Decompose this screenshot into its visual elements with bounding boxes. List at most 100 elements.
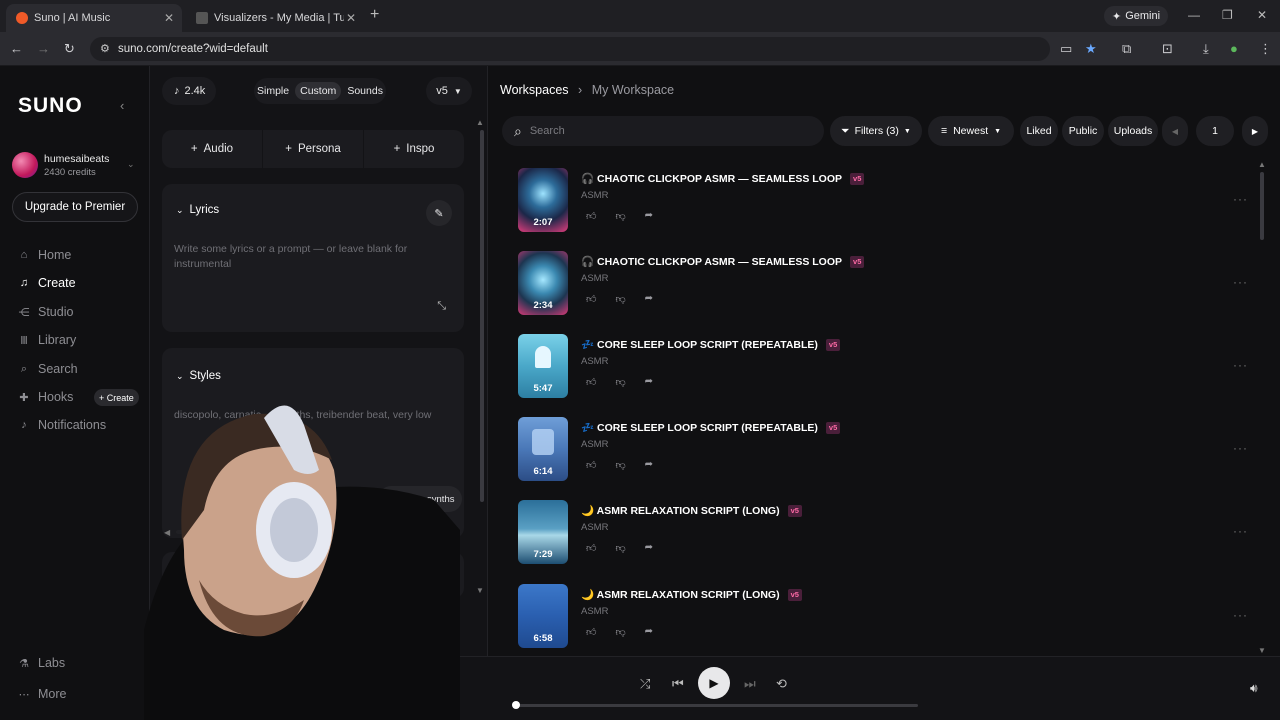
new-tab-icon[interactable]: + bbox=[370, 6, 379, 24]
add-inspo-button[interactable]: + Inspo bbox=[364, 130, 464, 168]
song-thumbnail[interactable]: 5:47 bbox=[518, 334, 568, 398]
tab-suno[interactable]: Suno | AI Music ✕ bbox=[6, 4, 182, 32]
cast-icon[interactable]: ▭ bbox=[1060, 41, 1072, 57]
chevron-down-icon[interactable]: ⌄ bbox=[127, 159, 135, 170]
share-icon[interactable]: ➦ bbox=[645, 626, 653, 638]
breadcrumb-workspaces[interactable]: Workspaces bbox=[500, 83, 569, 97]
avatar[interactable] bbox=[12, 152, 38, 178]
thumbs-down-icon[interactable]: 👎︎ bbox=[615, 626, 625, 638]
song-title[interactable]: 🌙 ASMR RELAXATION SCRIPT (LONG) v5 bbox=[581, 588, 802, 602]
share-icon[interactable]: ➦ bbox=[645, 376, 653, 388]
tab-visualizers[interactable]: Visualizers - My Media | Tunefo ✕ bbox=[186, 4, 364, 32]
upgrade-button[interactable]: Upgrade to Premier bbox=[12, 192, 138, 222]
song-title[interactable]: 🌙 ASMR RELAXATION SCRIPT (LONG) v5 bbox=[581, 504, 802, 518]
gemini-button[interactable]: ✦ Gemini bbox=[1104, 6, 1169, 26]
creator-scrollbar[interactable] bbox=[480, 130, 484, 502]
song-genre[interactable]: ASMR bbox=[581, 606, 608, 617]
share-icon[interactable]: ➦ bbox=[645, 542, 653, 554]
song-row[interactable]: 5:47 💤 CORE SLEEP LOOP SCRIPT (REPEATABL… bbox=[518, 334, 1248, 400]
mode-sounds[interactable]: Sounds bbox=[347, 85, 383, 97]
bookmark-star-icon[interactable]: ★ bbox=[1085, 41, 1097, 57]
window-close-icon[interactable]: ✕ bbox=[1257, 8, 1267, 22]
thumbs-down-icon[interactable]: 👎︎ bbox=[615, 542, 625, 554]
more-options-icon[interactable]: ··· bbox=[1233, 275, 1248, 289]
scroll-up-icon[interactable]: ▲ bbox=[1258, 160, 1266, 169]
song-row[interactable]: 7:29 🌙 ASMR RELAXATION SCRIPT (LONG) v5 A… bbox=[518, 500, 1248, 566]
progress-handle[interactable] bbox=[512, 701, 520, 709]
thumbs-down-icon[interactable]: 👎︎ bbox=[615, 210, 625, 222]
song-title[interactable]: 💤 CORE SLEEP LOOP SCRIPT (REPEATABLE) v5 bbox=[581, 338, 841, 352]
close-icon[interactable]: ✕ bbox=[346, 11, 356, 25]
expand-icon[interactable]: ⤡ bbox=[437, 300, 446, 313]
song-title[interactable]: 🎧 CHAOTIC CLICKPOP ASMR — SEAMLESS LOOP v… bbox=[581, 255, 865, 269]
song-row[interactable]: 2:34 🎧 CHAOTIC CLICKPOP ASMR — SEAMLESS … bbox=[518, 251, 1248, 317]
url-field[interactable]: ⚙ suno.com/create?wid=default bbox=[90, 37, 1050, 61]
more-options-icon[interactable]: ··· bbox=[1233, 192, 1248, 206]
back-icon[interactable]: ← bbox=[10, 41, 23, 56]
minimize-icon[interactable]: — bbox=[1188, 8, 1200, 22]
sidebar-item-notifications[interactable]: ♪ Notifications bbox=[18, 418, 106, 432]
shuffle-icon[interactable]: ⤮ bbox=[640, 676, 650, 692]
reload-icon[interactable]: ↻ bbox=[64, 41, 75, 57]
sidebar-item-more[interactable]: ⋯ More bbox=[18, 687, 67, 701]
collapse-sidebar-icon[interactable]: ‹ bbox=[120, 98, 124, 113]
song-genre[interactable]: ASMR bbox=[581, 439, 608, 450]
sidebar-item-labs[interactable]: ⚗ Labs bbox=[18, 656, 65, 670]
site-settings-icon[interactable]: ⚙ bbox=[100, 42, 110, 55]
song-title[interactable]: 🎧 CHAOTIC CLICKPOP ASMR — SEAMLESS LOOP v… bbox=[581, 172, 865, 186]
previous-track-icon[interactable]: ⏮ bbox=[672, 676, 684, 692]
progress-bar[interactable] bbox=[512, 701, 918, 709]
user-name[interactable]: humesaibeats bbox=[44, 153, 109, 165]
play-button[interactable]: ▶ bbox=[698, 667, 730, 699]
song-row[interactable]: 6:14 💤 CORE SLEEP LOOP SCRIPT (REPEATABL… bbox=[518, 417, 1248, 483]
forward-icon[interactable]: → bbox=[37, 41, 50, 56]
toggle-public[interactable]: Public bbox=[1062, 116, 1104, 146]
song-genre[interactable]: ASMR bbox=[581, 356, 608, 367]
scroll-up-icon[interactable]: ▲ bbox=[476, 118, 484, 127]
volume-icon[interactable]: 🔊︎ bbox=[1250, 681, 1258, 696]
song-row[interactable]: 6:58 🌙 ASMR RELAXATION SCRIPT (LONG) v5 A… bbox=[518, 584, 1248, 650]
more-options-icon[interactable]: ··· bbox=[1233, 358, 1248, 372]
thumbs-up-icon[interactable]: 👍︎ bbox=[586, 293, 596, 305]
profile-icon[interactable]: ● bbox=[1230, 41, 1238, 56]
thumbs-down-icon[interactable]: 👎︎ bbox=[615, 459, 625, 471]
breadcrumb-current[interactable]: My Workspace bbox=[592, 83, 674, 97]
next-track-icon[interactable]: ⏭ bbox=[744, 676, 756, 692]
scroll-down-icon[interactable]: ▼ bbox=[476, 586, 484, 595]
thumbs-down-icon[interactable]: 👎︎ bbox=[615, 293, 625, 305]
sort-button[interactable]: ≡ Newest ▼ bbox=[928, 116, 1014, 146]
sidebar-item-home[interactable]: ⌂ Home bbox=[18, 248, 72, 262]
thumbs-down-icon[interactable]: 👎︎ bbox=[615, 376, 625, 388]
search-input[interactable]: ⌕ Search bbox=[502, 116, 824, 146]
lyrics-input[interactable]: Write some lyrics or a prompt — or leave… bbox=[174, 242, 414, 272]
more-options-icon[interactable]: ··· bbox=[1233, 608, 1248, 622]
magic-wand-icon[interactable]: ✎ bbox=[426, 200, 452, 226]
share-icon[interactable]: ➦ bbox=[645, 459, 653, 471]
list-scrollbar[interactable] bbox=[1260, 172, 1264, 240]
song-genre[interactable]: ASMR bbox=[581, 190, 608, 201]
share-icon[interactable]: ➦ bbox=[645, 293, 653, 305]
thumbs-up-icon[interactable]: 👍︎ bbox=[586, 210, 596, 222]
suno-logo[interactable]: SUNO bbox=[18, 94, 83, 118]
sidebar-item-search[interactable]: ⌕ Search bbox=[18, 362, 78, 376]
lyrics-header[interactable]: ⌄ Lyrics bbox=[176, 204, 219, 216]
song-genre[interactable]: ASMR bbox=[581, 273, 608, 284]
share-icon[interactable]: ➦ bbox=[645, 210, 653, 222]
menu-kebab-icon[interactable]: ⋮ bbox=[1259, 41, 1272, 57]
thumbs-up-icon[interactable]: 👍︎ bbox=[586, 459, 596, 471]
more-options-icon[interactable]: ··· bbox=[1233, 524, 1248, 538]
thumbs-up-icon[interactable]: 👍︎ bbox=[586, 376, 596, 388]
add-persona-button[interactable]: + Persona bbox=[263, 130, 364, 168]
extensions-icon[interactable]: ⧉ bbox=[1122, 41, 1131, 57]
add-audio-button[interactable]: + Audio bbox=[162, 130, 263, 168]
sidebar-item-library[interactable]: Ⅲ Library bbox=[18, 333, 76, 347]
toggle-liked[interactable]: Liked bbox=[1020, 116, 1058, 146]
sidebar-item-hooks[interactable]: ✚ Hooks bbox=[18, 390, 73, 404]
toggle-uploads[interactable]: Uploads bbox=[1108, 116, 1158, 146]
download-icon[interactable]: ⤓ bbox=[1203, 41, 1209, 57]
sidebar-item-studio[interactable]: ⋲ Studio bbox=[18, 305, 74, 319]
song-thumbnail[interactable]: 6:58 bbox=[518, 584, 568, 648]
mode-simple[interactable]: Simple bbox=[257, 85, 289, 97]
song-thumbnail[interactable]: 7:29 bbox=[518, 500, 568, 564]
song-thumbnail[interactable]: 2:34 bbox=[518, 251, 568, 315]
